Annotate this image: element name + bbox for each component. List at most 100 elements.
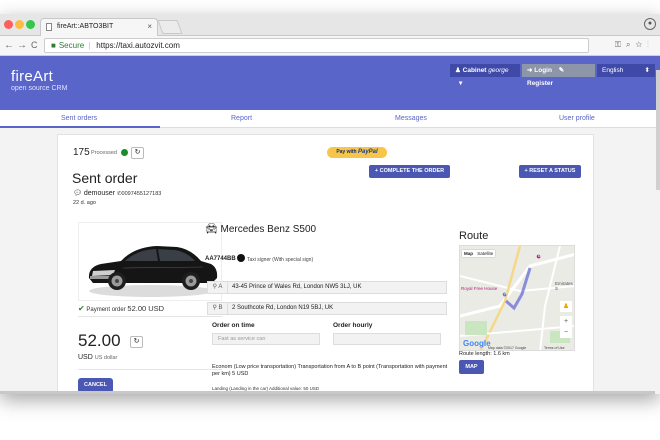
currency-name: US dollar xyxy=(94,355,118,361)
language-select[interactable]: English ⬍ xyxy=(597,64,655,77)
login-button[interactable]: ➜ Login xyxy=(527,67,552,74)
taxi-sign: Taxi signer (With special sign) xyxy=(247,257,314,263)
order-status: Processed xyxy=(91,150,117,156)
map-label-royal-free: Royal Free House xyxy=(461,286,498,291)
pin-icon: ⚲ xyxy=(212,284,218,290)
tab-report[interactable]: Report xyxy=(231,115,252,122)
horizontal-scrollbar[interactable] xyxy=(0,391,655,394)
route-heading: Route xyxy=(459,230,489,242)
point-a-field[interactable]: ⚲ A 43-45 Prince of Wales Rd, London NW5 … xyxy=(207,281,447,294)
cabinet-label: Cabinet xyxy=(462,67,487,74)
profile-icon[interactable]: ● xyxy=(644,18,656,30)
key-icon[interactable]: ⚿ xyxy=(615,40,626,49)
close-window-button[interactable] xyxy=(4,20,13,29)
url-text: https://taxi.autozvit.com xyxy=(96,41,180,50)
paypal-prefix: Pay with xyxy=(336,149,357,155)
zoom-in-button[interactable]: + xyxy=(560,316,572,327)
phone-number: 0097455127183 xyxy=(121,191,162,197)
vertical-scrollbar[interactable] xyxy=(656,70,660,190)
refresh-status-button[interactable]: ↻ xyxy=(131,147,144,159)
route-map[interactable]: Map Satellite ● B ● A Royal Free House Emi… xyxy=(459,245,575,351)
updown-icon: ⬍ xyxy=(644,67,650,74)
car-color-dot xyxy=(237,254,245,262)
map-type-map[interactable]: Map xyxy=(464,251,473,256)
page-icon xyxy=(46,23,52,31)
order-user: 💬︎ demouser ✆0097455127183 xyxy=(73,189,161,197)
refresh-icon: ↻ xyxy=(134,149,141,156)
new-tab-button[interactable] xyxy=(157,20,183,34)
order-count: 175 xyxy=(73,147,90,158)
map-type-satellite[interactable]: Satellite xyxy=(477,251,493,256)
map-canvas xyxy=(460,246,574,350)
tab-user-profile[interactable]: User profile xyxy=(559,115,595,122)
status-dot xyxy=(121,149,128,156)
lock-icon: ■ xyxy=(51,41,56,50)
reset-status-button[interactable]: + RESET A STATUS xyxy=(519,165,581,178)
point-b-address: 2 Southcote Rd, London N19 5BJ, UK xyxy=(232,305,334,311)
order-age: 22 d. ago xyxy=(73,200,96,206)
point-b-field[interactable]: ⚲ B 2 Southcote Rd, London N19 5BJ, UK xyxy=(207,302,447,315)
tab-sent-orders[interactable]: Sent orders xyxy=(61,115,97,122)
order-on-time-input[interactable]: Fast as service can xyxy=(212,333,320,345)
pin-icon: ⚲ xyxy=(212,305,217,311)
divider xyxy=(78,369,222,370)
browser-tab[interactable]: fireArt::ABTO3BIT × xyxy=(40,18,158,36)
marker-a[interactable]: ● A xyxy=(502,289,507,299)
url-input[interactable]: ■ Secure | https://taxi.autozvit.com xyxy=(44,38,589,53)
reload-icon[interactable]: C xyxy=(31,40,38,50)
sub-navigation: Sent orders Report Messages User profile xyxy=(0,110,660,128)
terms-link[interactable]: Terms of Use xyxy=(544,346,565,350)
page-title: Sent order xyxy=(72,170,138,186)
cabinet-button[interactable]: ♟ Cabinet george ▾ xyxy=(450,64,520,87)
complete-order-button[interactable]: + COMPLETE THE ORDER xyxy=(369,165,450,178)
maximize-window-button[interactable] xyxy=(26,20,35,29)
car-name: 🚘︎ Mercedes Benz S500 xyxy=(205,224,316,235)
divider xyxy=(78,316,222,317)
paypal-button[interactable]: Pay with PayPal xyxy=(327,147,387,158)
address-bar: ← → C ■ Secure | https://taxi.autozvit.com … xyxy=(0,36,660,56)
tab-messages[interactable]: Messages xyxy=(395,115,427,122)
payment-order: ✔ Payment order 52.00 USD xyxy=(78,304,164,313)
browser-window: fireArt::ABTO3BIT × ● ← → C ■ Secure | http… xyxy=(0,14,660,394)
order-hourly-label: Order hourly xyxy=(333,322,373,329)
pegman-icon[interactable]: ♟ xyxy=(560,301,572,312)
paypal-logo: PayPal xyxy=(358,149,378,155)
plate-number: AA7744BB xyxy=(205,256,236,262)
order-card: 175 Processed ↻ Pay with PayPal + COMPLE… xyxy=(57,134,594,394)
refresh-price-button[interactable]: ↻ xyxy=(130,336,143,348)
check-icon: ✔ xyxy=(78,304,85,313)
payment-order-value: 52.00 USD xyxy=(127,304,165,313)
map-label-emirates: Emirates S xyxy=(555,281,573,291)
currency: USD US dollar xyxy=(78,354,117,361)
toolbar-icons[interactable]: ⚿⌕☆⋮ xyxy=(615,40,654,50)
tab-title: fireArt::ABTO3BIT xyxy=(57,23,114,30)
username[interactable]: demouser xyxy=(84,190,115,197)
map-data-attribution: Map data ©2017 Google xyxy=(488,346,527,350)
browser-tab-bar: fireArt::ABTO3BIT × ● xyxy=(0,14,660,36)
forward-icon[interactable]: → xyxy=(17,40,27,51)
point-a-address: 43-45 Prince of Wales Rd, London NW5 3LJ… xyxy=(232,284,362,290)
order-hourly-input[interactable] xyxy=(333,333,441,345)
order-on-time-label: Order on time xyxy=(212,322,255,329)
car-image xyxy=(78,222,222,301)
marker-b[interactable]: ● B xyxy=(536,251,541,261)
google-logo: Google xyxy=(463,339,491,348)
refresh-icon: ↻ xyxy=(133,338,140,345)
tab-close-icon[interactable]: × xyxy=(147,19,152,35)
register-label: Register xyxy=(527,80,554,87)
route-length: Route length: 1.6 km xyxy=(459,351,510,357)
map-button[interactable]: MAP xyxy=(459,360,484,374)
zoom-out-button[interactable]: − xyxy=(560,327,572,338)
cabinet-user: george xyxy=(488,67,509,74)
car-icon: 🚘︎ xyxy=(205,224,218,235)
language-value: English xyxy=(602,67,624,74)
menu-icon[interactable]: ⋮ xyxy=(647,40,654,49)
back-icon[interactable]: ← xyxy=(4,40,14,51)
marker-a-label: A xyxy=(504,291,508,296)
star-icon[interactable]: ☆ xyxy=(635,40,647,49)
minimize-window-button[interactable] xyxy=(15,20,24,29)
zoom-controls: + − xyxy=(560,316,572,338)
login-icon: ➜ xyxy=(527,67,533,74)
marker-b-label: B xyxy=(538,253,542,258)
brand-logo[interactable]: fireArt xyxy=(11,68,53,85)
